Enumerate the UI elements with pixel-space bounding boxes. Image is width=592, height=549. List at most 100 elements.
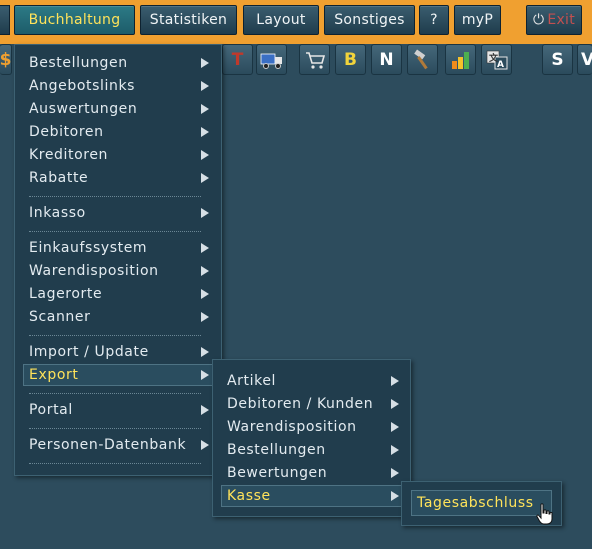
submenu-arrow-icon bbox=[201, 405, 209, 415]
menu-item-kreditoren[interactable]: Kreditoren bbox=[23, 144, 215, 166]
n-icon[interactable]: N bbox=[371, 44, 402, 75]
power-icon: ⏻ bbox=[532, 12, 545, 28]
menu-item-label: Export bbox=[29, 367, 79, 383]
svg-text:A: A bbox=[497, 60, 504, 70]
submenu-arrow-icon bbox=[201, 104, 209, 114]
menu-item-warendisposition[interactable]: Warendisposition bbox=[23, 260, 215, 282]
menu-item-angebotslinks[interactable]: Angebotslinks bbox=[23, 75, 215, 97]
truck-icon[interactable] bbox=[256, 44, 287, 75]
menu-item-label: Debitoren bbox=[29, 124, 104, 140]
menu-layout[interactable]: Layout bbox=[243, 5, 319, 35]
submenu-arrow-icon bbox=[391, 399, 399, 409]
menu-item-portal[interactable]: Portal bbox=[23, 399, 215, 421]
submenu-arrow-icon bbox=[201, 266, 209, 276]
menu-item-scanner[interactable]: Scanner bbox=[23, 306, 215, 328]
menu-item-label: Portal bbox=[29, 402, 73, 418]
dollar-glyph: $ bbox=[0, 49, 12, 70]
menu-item-label: Debitoren / Kunden bbox=[227, 396, 374, 412]
menu-sonstiges[interactable]: Sonstiges bbox=[324, 5, 415, 35]
menu-item-label: Artikel bbox=[227, 373, 277, 389]
dollar-icon[interactable]: $ bbox=[0, 44, 12, 75]
menu-item-label: Personen-Datenbank bbox=[29, 437, 187, 453]
b-icon[interactable]: B bbox=[335, 44, 366, 75]
v-glyph: V bbox=[581, 49, 592, 70]
menu-item-import-update[interactable]: Import / Update bbox=[23, 341, 215, 363]
submenu-arrow-icon bbox=[201, 208, 209, 218]
export-submenu: Artikel Debitoren / Kunden Warendisposit… bbox=[212, 359, 411, 517]
menu-item-debitoren[interactable]: Debitoren bbox=[23, 121, 215, 143]
submenu-arrow-icon bbox=[201, 347, 209, 357]
hand-cursor-icon bbox=[536, 503, 553, 525]
s-icon[interactable]: S bbox=[542, 44, 573, 75]
menu-myp[interactable]: myP bbox=[454, 5, 501, 35]
menu-item-artikel[interactable]: Artikel bbox=[221, 370, 405, 392]
n-glyph: N bbox=[379, 49, 394, 70]
menu-item-label: Scanner bbox=[29, 309, 91, 325]
menu-separator bbox=[29, 231, 201, 232]
submenu-arrow-icon bbox=[391, 376, 399, 386]
submenu-arrow-icon bbox=[391, 468, 399, 478]
translate-icon[interactable]: 文 A bbox=[481, 44, 512, 75]
menu-item-label: Bewertungen bbox=[227, 465, 328, 481]
menu-separator bbox=[29, 463, 201, 464]
submenu-arrow-icon bbox=[201, 440, 209, 450]
menubar-left-stub bbox=[0, 5, 10, 35]
s-glyph: S bbox=[551, 49, 564, 70]
menu-item-personen-datenbank[interactable]: Personen-Datenbank bbox=[23, 434, 215, 456]
menu-separator bbox=[29, 196, 201, 197]
submenu-arrow-icon bbox=[201, 173, 209, 183]
submenu-arrow-icon bbox=[391, 422, 399, 432]
menu-item-rabatte[interactable]: Rabatte bbox=[23, 167, 215, 189]
buchhaltung-menu: Bestellungen Angebotslinks Auswertungen … bbox=[14, 44, 222, 476]
menu-item-bewertungen[interactable]: Bewertungen bbox=[221, 462, 405, 484]
menu-item-label: Lagerorte bbox=[29, 286, 103, 302]
cart-icon[interactable] bbox=[299, 44, 330, 75]
menu-item-bestellungen-export[interactable]: Bestellungen bbox=[221, 439, 405, 461]
v-icon[interactable]: V bbox=[577, 44, 592, 75]
menu-item-export[interactable]: Export bbox=[23, 364, 215, 386]
bar-chart-icon[interactable] bbox=[445, 44, 476, 75]
exit-label: Exit bbox=[547, 12, 576, 28]
menu-help[interactable]: ? bbox=[419, 5, 449, 35]
menu-separator bbox=[29, 335, 201, 336]
menu-separator bbox=[29, 393, 201, 394]
submenu-arrow-icon bbox=[201, 58, 209, 68]
submenu-arrow-icon bbox=[201, 127, 209, 137]
submenu-arrow-icon bbox=[201, 370, 209, 380]
submenu-arrow-icon bbox=[201, 150, 209, 160]
menu-item-label: Rabatte bbox=[29, 170, 89, 186]
menu-item-warendisposition-export[interactable]: Warendisposition bbox=[221, 416, 405, 438]
top-menubar: Buchhaltung Statistiken Layout Sonstiges… bbox=[0, 0, 592, 44]
menu-item-inkasso[interactable]: Inkasso bbox=[23, 202, 215, 224]
menu-item-auswertungen[interactable]: Auswertungen bbox=[23, 98, 215, 120]
t-glyph: T bbox=[231, 49, 244, 70]
menu-item-label: Bestellungen bbox=[227, 442, 326, 458]
menu-buchhaltung[interactable]: Buchhaltung bbox=[14, 5, 135, 35]
submenu-arrow-icon bbox=[391, 445, 399, 455]
menu-item-label: Import / Update bbox=[29, 344, 149, 360]
hammer-icon[interactable] bbox=[407, 44, 438, 75]
menu-item-label: Kasse bbox=[227, 488, 271, 504]
menu-item-label: Angebotslinks bbox=[29, 78, 136, 94]
menu-item-label: Inkasso bbox=[29, 205, 86, 221]
b-glyph: B bbox=[344, 49, 357, 70]
exit-button[interactable]: ⏻ Exit bbox=[526, 5, 582, 35]
submenu-arrow-icon bbox=[391, 491, 399, 501]
menu-item-label: Warendisposition bbox=[227, 419, 357, 435]
menu-item-tagesabschluss[interactable]: Tagesabschluss bbox=[411, 490, 552, 516]
submenu-arrow-icon bbox=[201, 81, 209, 91]
menu-item-einkaufssystem[interactable]: Einkaufssystem bbox=[23, 237, 215, 259]
menu-item-lagerorte[interactable]: Lagerorte bbox=[23, 283, 215, 305]
menu-separator bbox=[29, 428, 201, 429]
menu-item-label: Bestellungen bbox=[29, 55, 128, 71]
menu-item-kasse[interactable]: Kasse bbox=[221, 485, 405, 507]
menu-item-label: Tagesabschluss bbox=[417, 495, 534, 511]
t-icon[interactable]: T bbox=[222, 44, 253, 75]
menu-item-label: Warendisposition bbox=[29, 263, 159, 279]
menu-item-label: Kreditoren bbox=[29, 147, 109, 163]
menu-item-bestellungen[interactable]: Bestellungen bbox=[23, 52, 215, 74]
menu-item-debitoren-kunden[interactable]: Debitoren / Kunden bbox=[221, 393, 405, 415]
menu-item-label: Einkaufssystem bbox=[29, 240, 148, 256]
submenu-arrow-icon bbox=[201, 289, 209, 299]
menu-statistiken[interactable]: Statistiken bbox=[140, 5, 237, 35]
